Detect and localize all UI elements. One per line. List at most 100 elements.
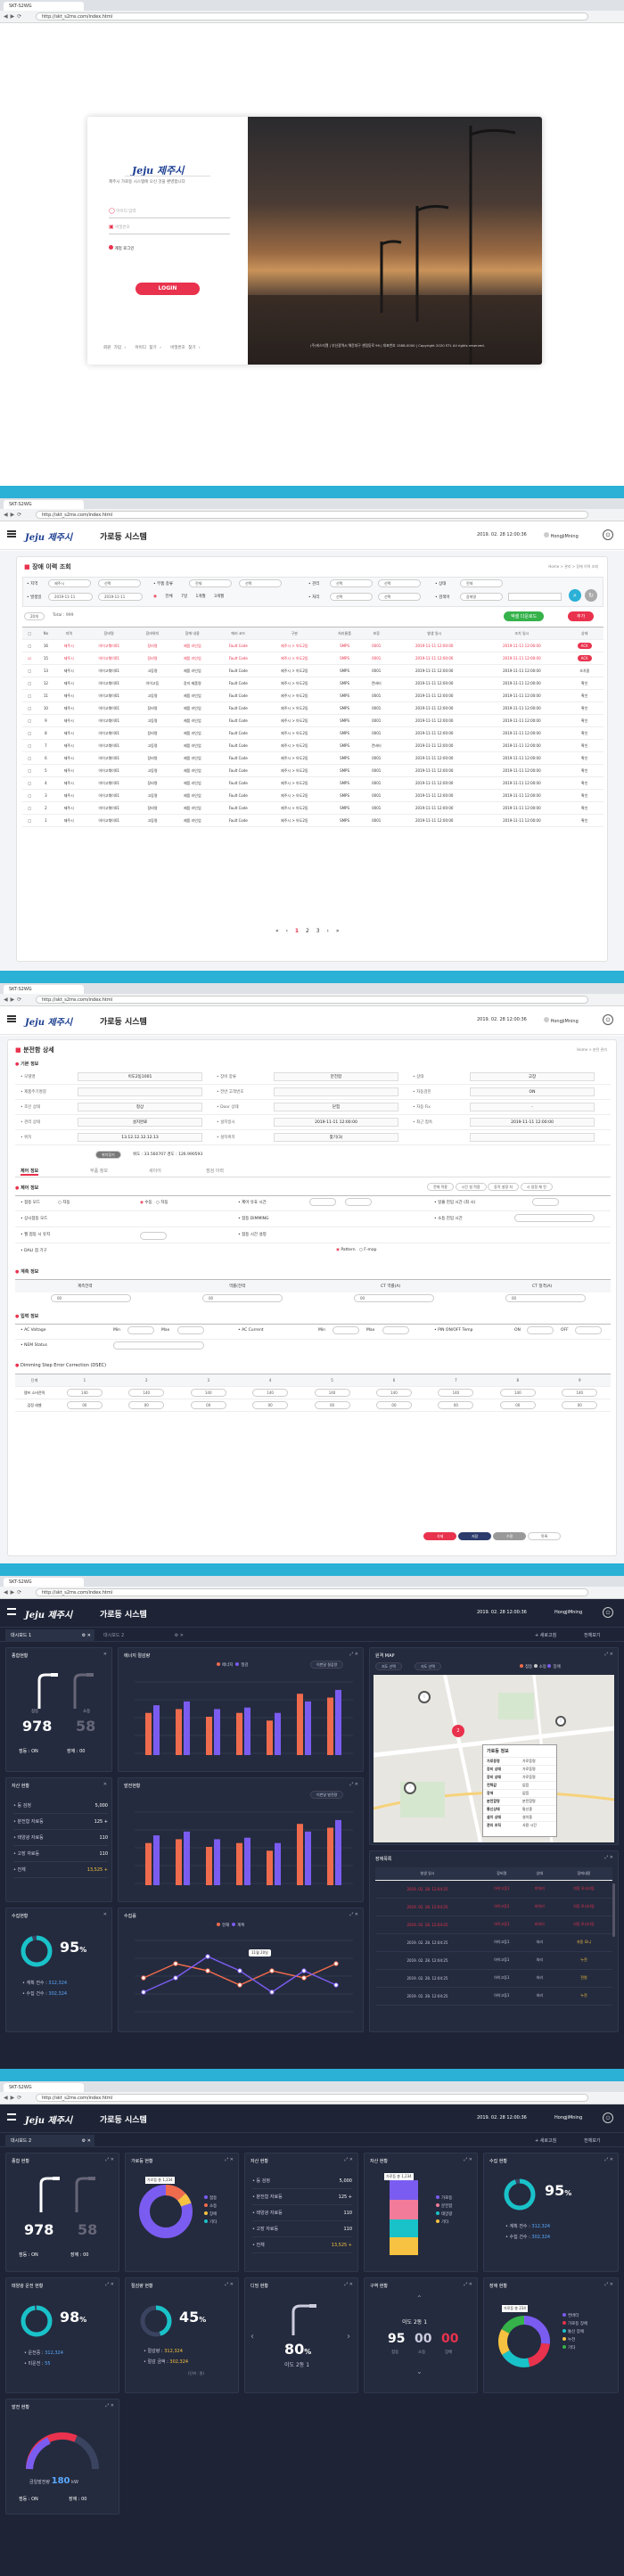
table-cell[interactable]: 140: [53, 1386, 116, 1399]
map-marker[interactable]: 8: [555, 1716, 566, 1727]
dali-select[interactable]: [140, 1232, 167, 1240]
map-marker[interactable]: ?: [404, 1782, 416, 1794]
field-value[interactable]: 13.12.12.12.12.13: [78, 1133, 202, 1142]
logout-icon[interactable]: ⏻: [603, 2112, 613, 2123]
close-icon[interactable]: ⤢ ✕: [225, 2282, 234, 2287]
view-count-select[interactable]: 20개: [24, 612, 45, 620]
page-link[interactable]: ‹: [286, 928, 288, 934]
row-checkbox[interactable]: □: [22, 664, 37, 677]
apply-all-button[interactable]: 전체 적용: [427, 1183, 454, 1191]
fullscreen-button[interactable]: 전체보기: [584, 2137, 600, 2144]
table-cell[interactable]: 00: [363, 1399, 425, 1412]
table-row[interactable]: □ 12 제주시 아이고웨이01 아이고등 장지 제품명 Fault Code 제주시 > 아…: [22, 677, 603, 690]
table-cell[interactable]: 140: [239, 1386, 301, 1399]
table-cell[interactable]: 00: [53, 1399, 116, 1412]
row-checkbox[interactable]: □: [22, 764, 37, 777]
manage-sub-select[interactable]: 선택: [378, 579, 421, 587]
row-checkbox[interactable]: □: [22, 801, 37, 815]
close-icon[interactable]: ✕: [103, 1652, 107, 1657]
browser-tab[interactable]: SKT-S2WG: [4, 2, 84, 11]
map-marker[interactable]: 6: [418, 1691, 431, 1703]
time-select-3[interactable]: [532, 1198, 559, 1206]
row-checkbox[interactable]: □: [22, 814, 37, 827]
table-row[interactable]: □ 1 제주시 아이고웨이01 고등명 제품 라인업 Fault Code 제주시 > 아도2…: [22, 814, 603, 827]
table-row[interactable]: 2019. 02. 28. 12:04:25 아이고등1 처리 누전: [375, 1951, 612, 1970]
signup-link[interactable]: 회원 가입 ›: [103, 346, 126, 350]
close-icon[interactable]: ⤢ ✕: [604, 2282, 613, 2287]
date-end[interactable]: 2019-11-11: [98, 593, 143, 601]
dim-value[interactable]: 00: [66, 1401, 103, 1409]
page-link[interactable]: 1: [295, 928, 299, 934]
dim-value[interactable]: 00: [314, 1401, 350, 1409]
remember-checkbox[interactable]: 계정 로그인: [109, 245, 135, 251]
menu-icon[interactable]: [7, 530, 16, 537]
table-cell[interactable]: 00: [424, 1399, 488, 1412]
id-field[interactable]: ◯ 아이디 입력: [109, 208, 230, 218]
mode-auto-radio[interactable]: ○ 자동: [58, 1200, 70, 1205]
close-icon[interactable]: ⤢ ✕: [464, 2157, 472, 2162]
user-name[interactable]: HongjiMning: [554, 2115, 582, 2121]
close-icon[interactable]: ⤢ ✕: [464, 2282, 472, 2287]
select-all-checkbox[interactable]: □: [22, 627, 37, 640]
row-checkbox[interactable]: □: [22, 776, 37, 790]
row-checkbox[interactable]: □: [22, 689, 37, 702]
close-icon[interactable]: ✕: [103, 1912, 107, 1917]
part-select[interactable]: 전체: [189, 579, 232, 587]
close-icon[interactable]: ⤢ ✕: [344, 2157, 353, 2162]
close-icon[interactable]: ⤢ ✕: [349, 1652, 358, 1657]
page-link[interactable]: ›: [327, 928, 329, 934]
apply-op-button[interactable]: 동작 설정 지: [488, 1183, 520, 1191]
table-cell[interactable]: 140: [487, 1386, 549, 1399]
page-link[interactable]: »: [336, 928, 340, 934]
url-bar[interactable]: http://skt_s2ms.com/index.html: [36, 996, 588, 1004]
part-sub-select[interactable]: 선택: [239, 579, 282, 587]
close-icon[interactable]: ⤢ ✕: [349, 1782, 358, 1787]
table-cell[interactable]: 140: [177, 1386, 240, 1399]
user-name[interactable]: HongjiMning: [544, 532, 579, 539]
edit-button[interactable]: 수정: [492, 1532, 527, 1540]
tab-dashboard-2[interactable]: 대시보드 2 ⚙ ✕: [98, 1629, 187, 1642]
table-row[interactable]: □ 13 제주시 아이고웨이01 고등명 제품 라인업 Fault Code 제주시 > 아도…: [22, 664, 603, 677]
url-bar[interactable]: http://skt_s2ms.com/index.html: [36, 12, 588, 21]
prev-icon[interactable]: ‹: [250, 2332, 254, 2342]
keyword-select[interactable]: 장애명: [460, 593, 503, 601]
table-cell[interactable]: 00: [487, 1399, 549, 1412]
tab-parts[interactable]: 부품 정보: [90, 1168, 108, 1174]
table-row[interactable]: □ 8 제주시 아이고웨이01 장비명 제품 라인업 Fault Code 제주시 > 아도2…: [22, 726, 603, 740]
map-select-1[interactable]: 지도 선택: [375, 1662, 402, 1670]
ack-button[interactable]: ACK: [577, 655, 592, 661]
tab-sensor[interactable]: 세이어: [149, 1168, 161, 1174]
user-name[interactable]: HongjiMning: [544, 1017, 579, 1024]
close-icon[interactable]: ⤢ ✕: [225, 2157, 234, 2162]
close-icon[interactable]: ⤢ ✕: [604, 1855, 613, 1860]
table-row[interactable]: □ 9 제주시 아이고웨이01 고등명 제품 라인업 Fault Code 제주시 > 아도2…: [22, 714, 603, 727]
table-row[interactable]: □ 2 제주시 아이고웨이01 장비명 제품 라인업 Fault Code 제주시 > 아도2…: [22, 801, 603, 815]
row-checkbox[interactable]: □: [22, 639, 37, 652]
field-value[interactable]: 2019-11-11 12:00:00: [274, 1118, 398, 1127]
field-value[interactable]: ON: [470, 1087, 595, 1096]
dim-value[interactable]: 140: [190, 1389, 226, 1397]
table-cell[interactable]: 00: [548, 1399, 611, 1412]
table-cell[interactable]: 140: [300, 1386, 364, 1399]
close-icon[interactable]: ⤢ ✕: [105, 2157, 114, 2162]
page-link[interactable]: 3: [316, 928, 320, 934]
next-icon[interactable]: ›: [347, 2332, 350, 2342]
dim-value[interactable]: 140: [562, 1389, 598, 1397]
close-icon[interactable]: ⤢ ✕: [604, 2157, 613, 2162]
password-field[interactable]: ▣ 비밀번호: [109, 224, 230, 234]
map-select-2[interactable]: 지도 선택: [415, 1662, 441, 1670]
reset-icon[interactable]: ↻: [585, 589, 597, 602]
table-cell[interactable]: 00: [300, 1399, 364, 1412]
logout-icon[interactable]: ⏻: [603, 1607, 613, 1618]
map-view[interactable]: 6 2 8 ? 가로등 정보 가로등명 가로등명 장비 상태 가로등명 장비 상태 가로등…: [374, 1675, 614, 1842]
temp-on[interactable]: [527, 1326, 554, 1334]
row-checkbox[interactable]: □: [22, 739, 37, 752]
table-row[interactable]: □ 16 제주시 아이고웨이01 장비명 제품 라인업 Fault Code 제주시 > 아도…: [22, 639, 603, 652]
nav-icons[interactable]: ◀▶⟳: [4, 997, 24, 1003]
status-select[interactable]: 전체: [460, 579, 503, 587]
find-id-link[interactable]: 아이디 찾기 ›: [135, 346, 161, 350]
nem-select[interactable]: [113, 1341, 204, 1350]
close-icon[interactable]: ⤢ ✕: [344, 2282, 353, 2287]
url-bar[interactable]: http://skt_s2ms.com/index.html: [36, 511, 588, 519]
menu-icon[interactable]: [7, 1608, 16, 1615]
